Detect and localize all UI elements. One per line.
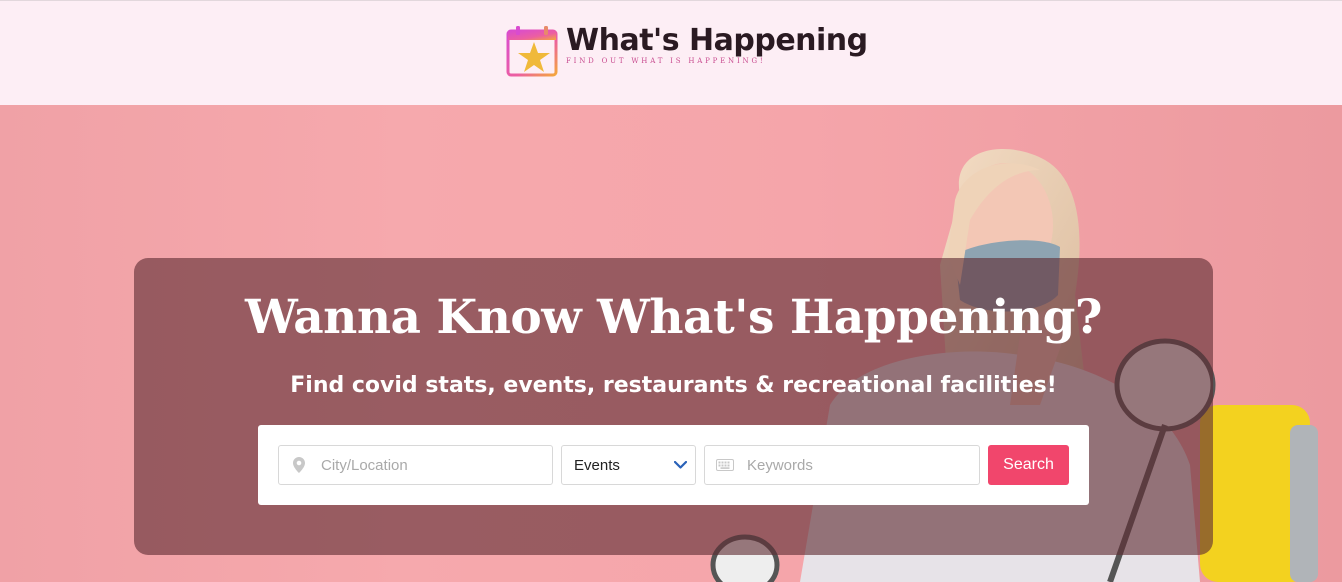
keywords-input[interactable] (745, 455, 979, 475)
search-form: Events Search (258, 425, 1089, 505)
brand-name: What's Happening (566, 23, 868, 58)
keywords-field[interactable] (704, 445, 980, 485)
brand-logo[interactable]: What's Happening FIND OUT WHAT IS HAPPEN… (506, 25, 868, 77)
chevron-down-icon (665, 461, 695, 469)
map-pin-icon (279, 457, 319, 473)
type-select[interactable]: Events (561, 445, 696, 485)
hero-subheadline: Find covid stats, events, restaurants & … (290, 373, 1057, 398)
location-field[interactable] (278, 445, 553, 485)
brand-tagline: FIND OUT WHAT IS HAPPENING! (566, 57, 766, 65)
site-header: What's Happening FIND OUT WHAT IS HAPPEN… (0, 0, 1342, 105)
hero-headline: Wanna Know What's Happening? (245, 290, 1102, 345)
search-button[interactable]: Search (988, 445, 1069, 485)
keyboard-icon (705, 459, 745, 471)
type-select-value: Events (574, 456, 620, 474)
calendar-star-icon (506, 26, 558, 77)
location-input[interactable] (319, 455, 552, 475)
